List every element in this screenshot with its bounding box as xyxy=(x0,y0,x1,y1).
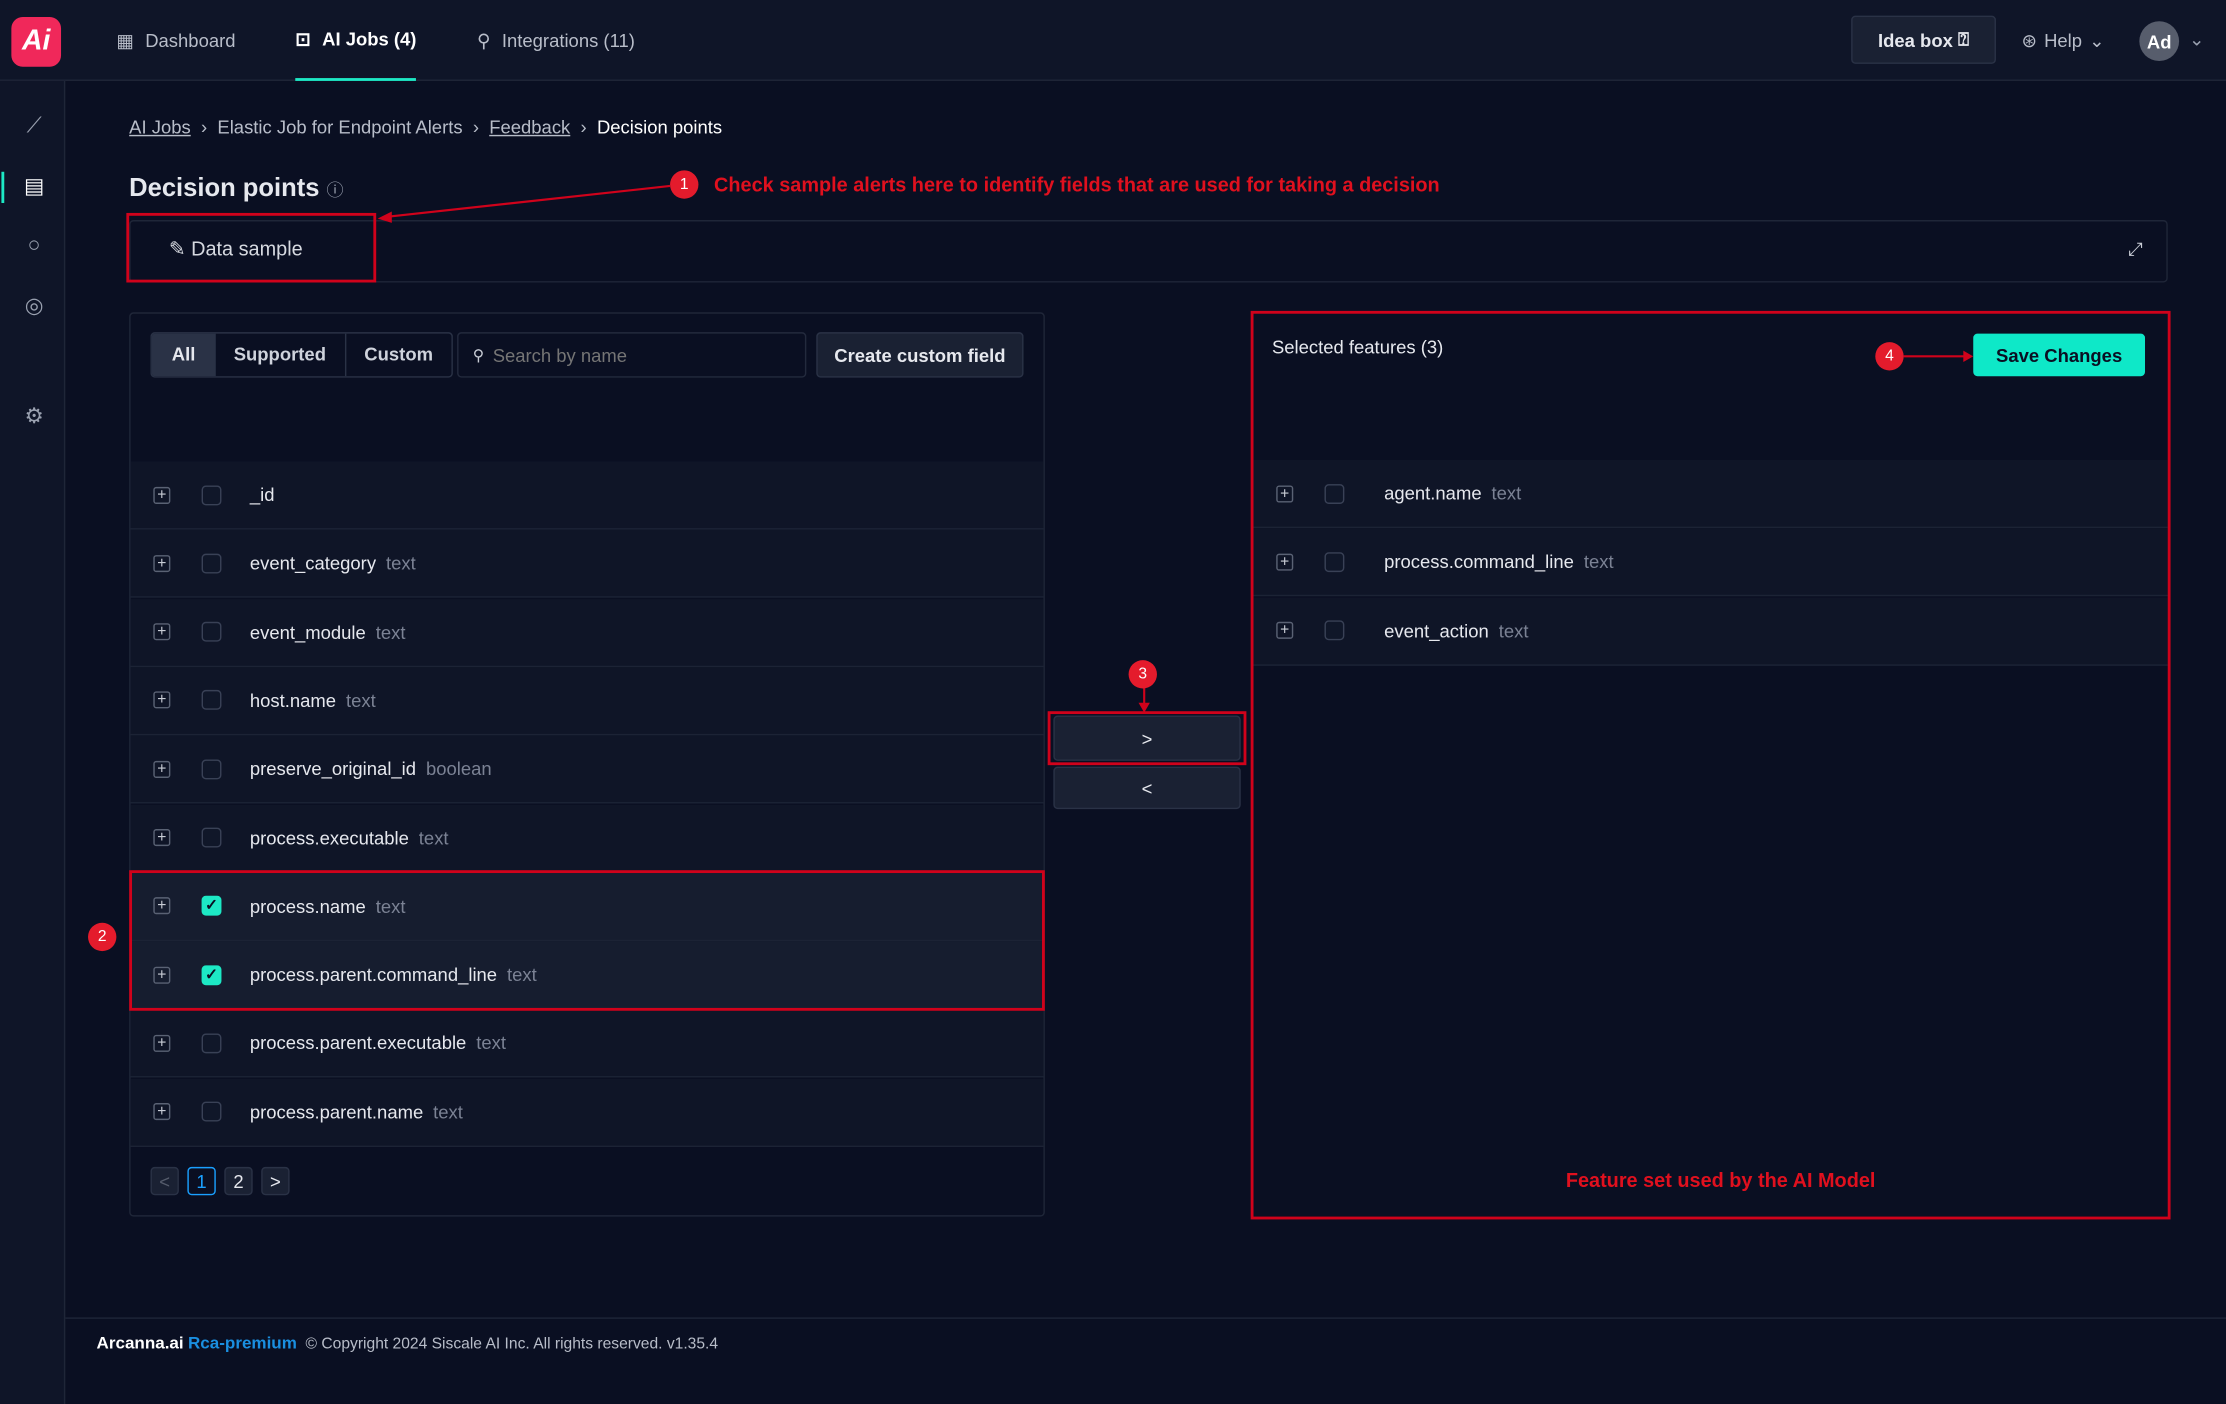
footer-brand: Arcanna.ai xyxy=(96,1333,184,1353)
footer: Arcanna.ai Rca-premium © Copyright 2024 … xyxy=(97,1333,719,1353)
footer-edition: Rca-premium xyxy=(187,1333,297,1353)
annotation-text-feature-set: Feature set used by the AI Model xyxy=(1565,1168,1876,1192)
annotation-badge-4: 4 xyxy=(1875,342,1904,371)
annotation-badge-1: 1 xyxy=(670,170,699,199)
annotation-arrows xyxy=(377,184,1974,713)
annotation-badge-2: 2 xyxy=(88,922,117,952)
annotation-text-1: Check sample alerts here to identify fie… xyxy=(714,173,1440,196)
footer-divider xyxy=(65,1317,2226,1319)
footer-copyright: © Copyright 2024 Siscale AI Inc. All rig… xyxy=(305,1335,719,1353)
annotation-badge-3: 3 xyxy=(1128,660,1157,689)
